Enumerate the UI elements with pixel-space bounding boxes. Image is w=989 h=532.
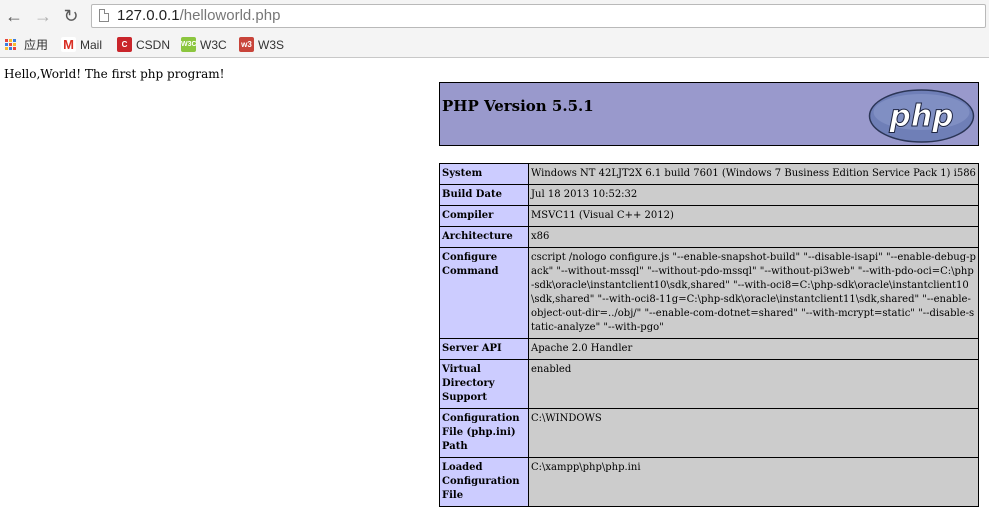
w3c-icon: W3C: [181, 37, 197, 52]
row-value: C:\xampp\php\php.ini: [528, 457, 979, 507]
bookmark-label: W3S: [258, 37, 285, 52]
url-path: /helloworld.php: [179, 7, 281, 24]
url-host: 127.0.0.1: [117, 7, 180, 24]
php-logo-icon[interactable]: php: [868, 88, 975, 144]
row-value: Jul 18 2013 10:52:32: [528, 184, 979, 206]
row-value: C:\WINDOWS: [528, 408, 979, 458]
row-value: x86: [528, 226, 979, 248]
row-value: cscript /nologo configure.js "--enable-s…: [528, 247, 979, 339]
bookmark-label: Mail: [80, 37, 103, 52]
row-key: Server API: [439, 338, 529, 360]
row-value: Apache 2.0 Handler: [528, 338, 979, 360]
row-key: Compiler: [439, 205, 529, 227]
hello-world-text: Hello,World! The first php program!: [4, 67, 225, 81]
back-arrow-icon[interactable]: ←: [4, 6, 24, 26]
table-row: Build Date Jul 18 2013 10:52:32: [439, 184, 979, 206]
table-row: Virtual Directory Support enabled: [439, 359, 979, 409]
row-key: Build Date: [439, 184, 529, 206]
page-icon: [99, 9, 109, 22]
bookmark-w3c[interactable]: W3C W3C: [181, 36, 227, 53]
php-version-header: PHP Version 5.5.1 php: [439, 82, 979, 146]
table-row: Architecture x86: [439, 226, 979, 248]
row-key: Architecture: [439, 226, 529, 248]
bookmarks-bar: 应用 M Mail C CSDN W3C W3C w3 W3S: [0, 32, 989, 58]
row-key: Configuration File (php.ini) Path: [439, 408, 529, 458]
bookmark-w3s[interactable]: w3 W3S: [239, 36, 284, 53]
php-logo-text: php: [888, 99, 953, 134]
bookmark-csdn[interactable]: C CSDN: [117, 36, 170, 53]
row-key: Configure Command: [439, 247, 529, 339]
url-text[interactable]: 127.0.0.1/helloworld.php: [117, 7, 280, 24]
reload-icon[interactable]: ↻: [61, 6, 81, 26]
table-row: Loaded Configuration File C:\xampp\php\ph…: [439, 457, 979, 507]
bookmark-mail[interactable]: M Mail: [61, 36, 102, 53]
table-row: Server API Apache 2.0 Handler: [439, 338, 979, 360]
bookmark-label: CSDN: [136, 37, 171, 52]
phpinfo-panel: PHP Version 5.5.1 php System Windows NT 4…: [439, 82, 979, 507]
address-bar[interactable]: 127.0.0.1/helloworld.php: [91, 4, 986, 28]
bookmark-apps[interactable]: 应用: [5, 36, 48, 53]
table-row: Configure Command cscript /nologo configu…: [439, 247, 979, 339]
forward-arrow-icon[interactable]: →: [33, 6, 53, 26]
csdn-icon: C: [117, 37, 132, 52]
row-key: Loaded Configuration File: [439, 457, 529, 507]
table-row: Compiler MSVC11 (Visual C++ 2012): [439, 205, 979, 227]
table-row: Configuration File (php.ini) Path C:\WIND…: [439, 408, 979, 458]
php-version-title: PHP Version 5.5.1: [442, 97, 594, 115]
row-key: Virtual Directory Support: [439, 359, 529, 409]
browser-toolbar: ← → ↻ 127.0.0.1/helloworld.php: [0, 0, 989, 32]
gmail-icon: M: [61, 37, 76, 52]
bookmark-label: W3C: [200, 37, 227, 52]
w3s-icon: w3: [239, 37, 254, 52]
table-row: System Windows NT 42LJT2X 6.1 build 7601 …: [439, 163, 979, 185]
bookmark-label: 应用: [24, 38, 49, 52]
row-key: System: [439, 163, 529, 185]
phpinfo-table: System Windows NT 42LJT2X 6.1 build 7601 …: [439, 163, 979, 507]
apps-grid-icon: [5, 39, 20, 50]
row-value: MSVC11 (Visual C++ 2012): [528, 205, 979, 227]
row-value: Windows NT 42LJT2X 6.1 build 7601 (Windo…: [528, 163, 979, 185]
row-value: enabled: [528, 359, 979, 409]
